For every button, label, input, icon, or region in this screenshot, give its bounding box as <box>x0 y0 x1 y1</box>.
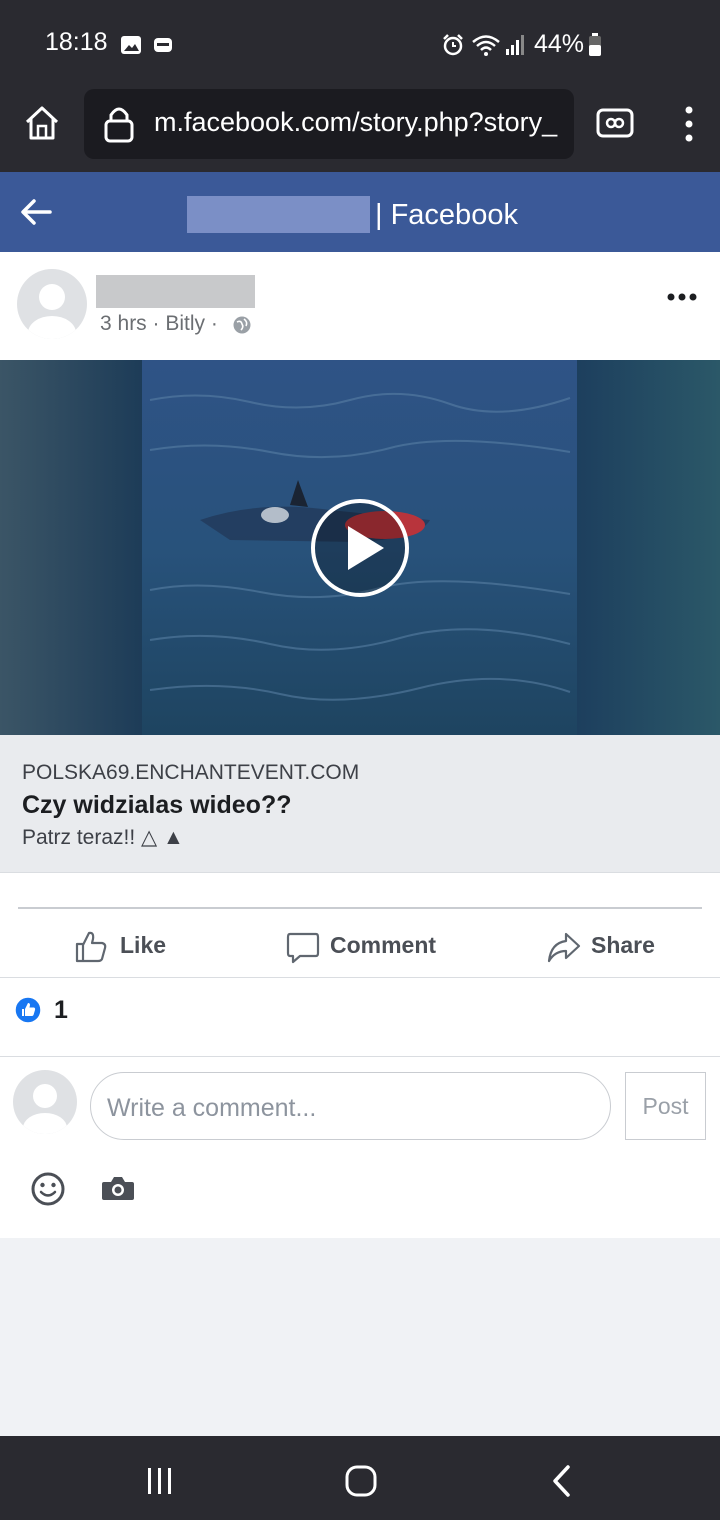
post-card: 3 hrs · Bitly · POLSKA69.ENCHANTEVENT.CO… <box>0 252 720 1238</box>
camera-icon[interactable] <box>101 1174 135 1202</box>
author-avatar[interactable] <box>17 269 87 339</box>
recent-apps-icon[interactable] <box>145 1466 175 1496</box>
comment-label: Comment <box>330 932 437 958</box>
page-title: | Facebook <box>375 199 518 231</box>
comment-placeholder: Write a comment... <box>107 1094 317 1122</box>
tabs-icon[interactable] <box>596 108 634 138</box>
battery-percent: 44% <box>534 30 585 58</box>
signal-icon <box>506 35 524 55</box>
share-arrow-icon <box>547 932 581 963</box>
reactions-top-border <box>0 977 720 978</box>
link-description: Patrz teraz!! △ ▲ <box>22 826 184 849</box>
actions-divider <box>18 907 702 909</box>
globe-icon <box>233 316 251 334</box>
lock-icon <box>104 107 134 143</box>
emoji-icon[interactable] <box>30 1171 66 1207</box>
url-text: m.facebook.com/story.php?story_ <box>154 107 558 137</box>
comment-input[interactable]: Write a comment... <box>90 1072 611 1140</box>
play-button-icon[interactable] <box>310 498 410 598</box>
like-thumb-icon <box>75 931 107 963</box>
link-title: Czy widzialas wideo?? <box>22 791 292 819</box>
like-reaction-icon <box>14 996 42 1024</box>
gallery-notification-icon <box>121 36 141 54</box>
post-meta: 3 hrs · Bitly · <box>100 312 218 335</box>
more-vertical-icon[interactable] <box>682 104 696 144</box>
comments-top-border <box>0 1056 720 1057</box>
home-icon[interactable] <box>24 105 60 141</box>
back-arrow-icon[interactable] <box>20 198 52 226</box>
home-nav-icon[interactable] <box>344 1464 378 1498</box>
link-domain: POLSKA69.ENCHANTEVENT.COM <box>22 761 360 784</box>
redacted-name-block <box>187 196 370 233</box>
share-label: Share <box>591 932 655 958</box>
redacted-author-name[interactable] <box>96 275 255 308</box>
battery-icon <box>589 33 601 56</box>
back-nav-icon[interactable] <box>550 1464 574 1498</box>
browser-toolbar: m.facebook.com/story.php?story_ <box>0 88 720 172</box>
reaction-count: 1 <box>54 996 68 1024</box>
alarm-icon <box>443 34 463 56</box>
default-avatar-icon <box>28 284 76 339</box>
default-avatar-icon <box>23 1084 67 1134</box>
wifi-icon <box>472 35 500 56</box>
commenter-avatar <box>13 1070 77 1134</box>
post-comment-button[interactable]: Post <box>625 1072 706 1140</box>
like-label: Like <box>120 932 167 958</box>
status-time: 18:18 <box>45 28 108 56</box>
address-bar[interactable]: m.facebook.com/story.php?story_ <box>84 89 574 159</box>
post-options-icon[interactable] <box>666 292 698 302</box>
status-bar: 18:18 44% <box>0 0 720 88</box>
notification-icon <box>154 38 172 52</box>
video-thumbnail[interactable] <box>0 360 720 735</box>
android-nav-bar <box>0 1436 720 1520</box>
link-bottom-border <box>0 872 720 873</box>
comment-bubble-icon <box>286 932 320 964</box>
facebook-header: | Facebook <box>0 172 720 252</box>
link-preview[interactable]: POLSKA69.ENCHANTEVENT.COM Czy widzialas … <box>0 735 720 872</box>
